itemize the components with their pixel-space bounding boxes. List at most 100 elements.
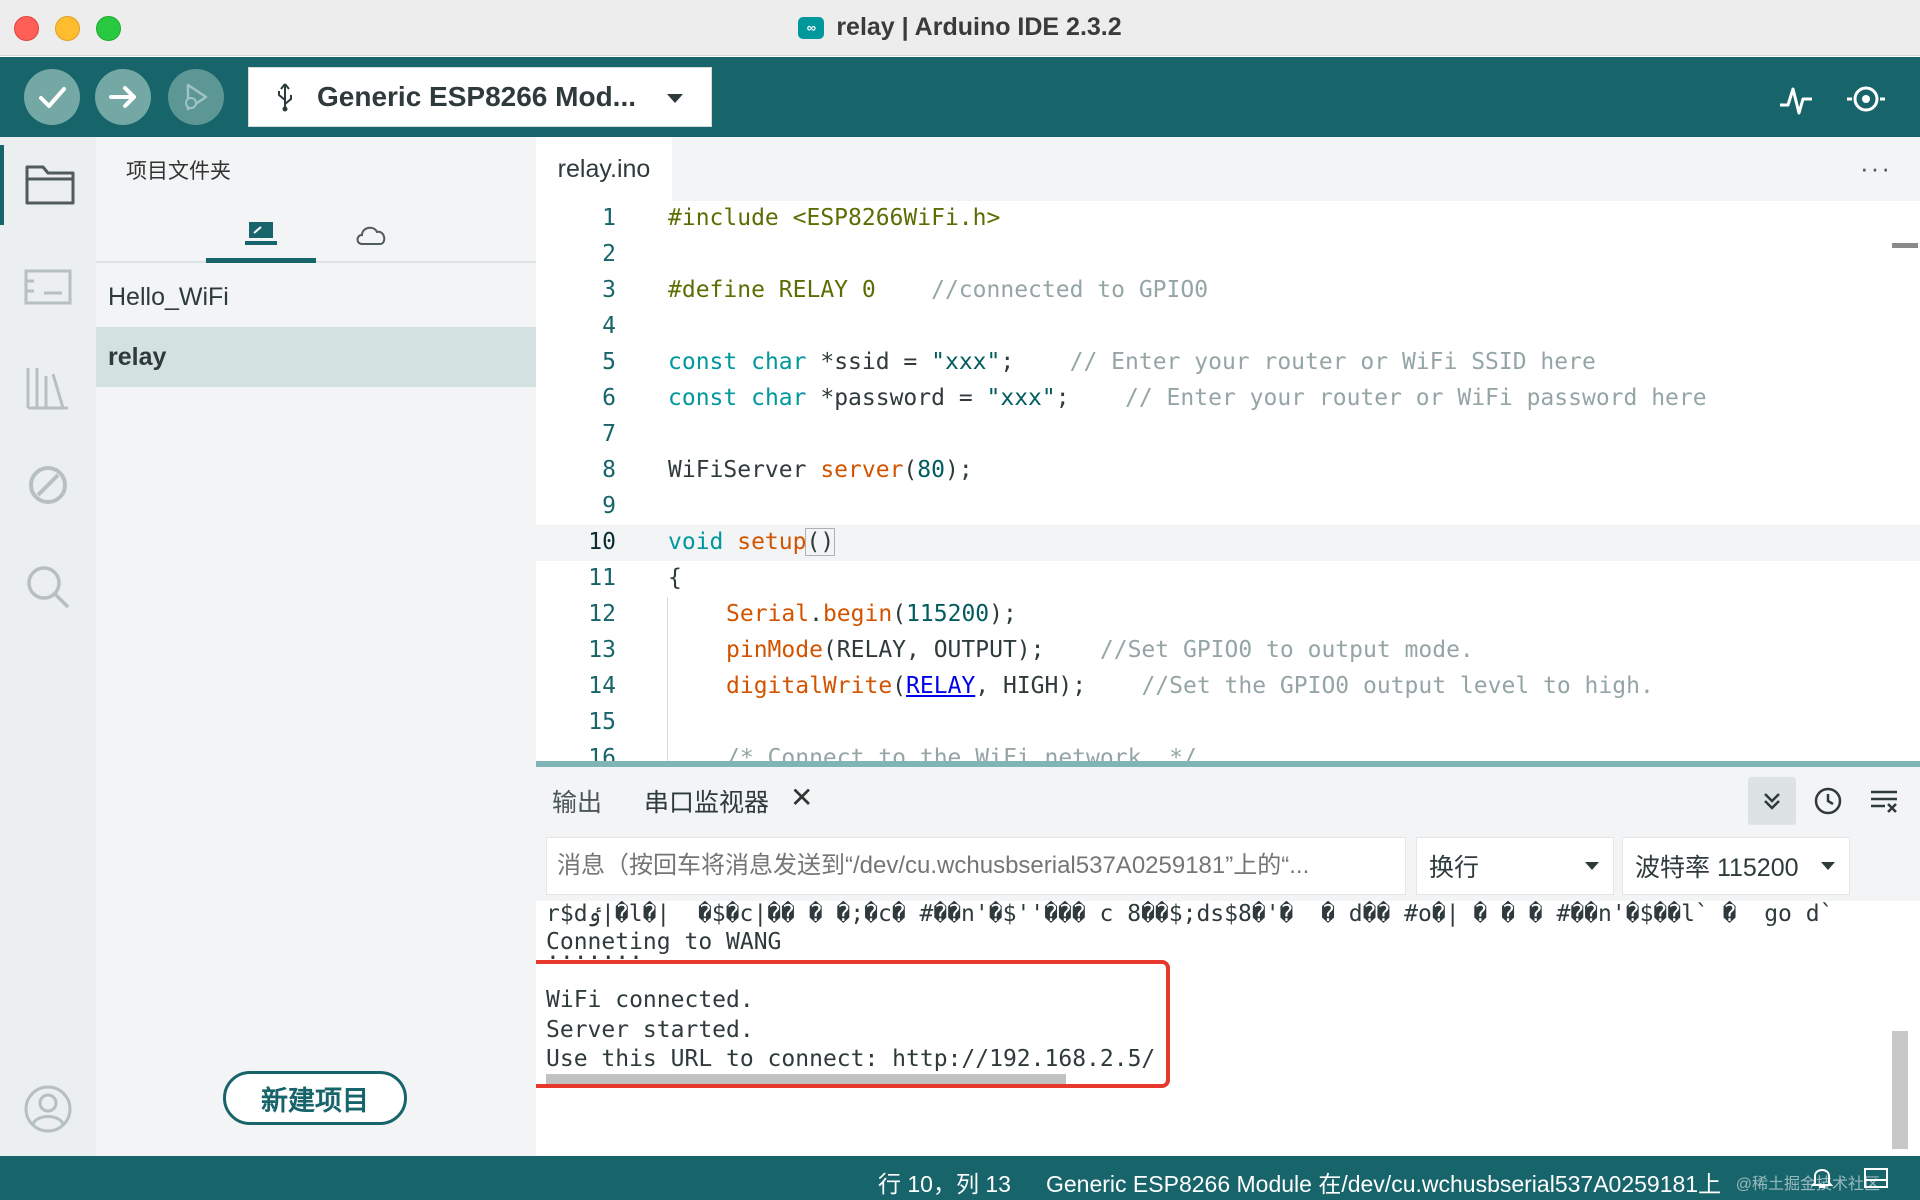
status-bar: 行 10，列 13 Generic ESP8266 Module 在/dev/c… (0, 1156, 1920, 1200)
code-line: 1 #include <ESP8266WiFi.h> (536, 201, 1920, 237)
vertical-scrollbar[interactable] (1892, 1031, 1908, 1149)
line-number: 11 (588, 565, 616, 591)
sidebar-title: 项目文件夹 (126, 160, 231, 183)
serial-monitor-button[interactable] (1844, 77, 1888, 121)
close-window-button[interactable] (14, 16, 39, 41)
code-line: 2 (536, 237, 1920, 273)
code-comment: //connected to GPIO0 (875, 277, 1209, 303)
debug-button[interactable] (168, 69, 224, 125)
double-chevron-down-icon (1764, 793, 1780, 810)
code-token: WiFiServer (668, 457, 821, 483)
code-keyword: char (737, 385, 807, 411)
more-options-icon[interactable]: ··· (1860, 153, 1892, 184)
code-token: ); (989, 601, 1017, 627)
tab-local-sketchbook[interactable] (206, 207, 316, 263)
minimize-window-button[interactable] (55, 16, 80, 41)
code-token: (RELAY, OUTPUT); (822, 637, 1045, 663)
code-function: digitalWrite (726, 673, 893, 699)
indent-guide (667, 669, 668, 705)
code-text: const char *password = "xxx"; // Enter y… (668, 385, 1707, 411)
code-line: 9 (536, 489, 1920, 525)
laptop-icon (245, 221, 277, 245)
code-function: setup (723, 529, 807, 555)
timestamp-button[interactable] (1804, 777, 1852, 825)
line-number: 13 (588, 637, 616, 663)
sidebar-tabs (96, 207, 536, 263)
arduino-app-icon: ∞ (798, 16, 825, 39)
code-comment: /* Connect to the WiFi network. */ (726, 745, 1197, 761)
line-number: 4 (602, 313, 616, 339)
line-number: 9 (602, 493, 616, 519)
new-project-button[interactable]: 新建项目 (223, 1071, 407, 1125)
cloud-icon (356, 226, 386, 245)
tab-relay-ino[interactable]: relay.ino (536, 137, 672, 201)
code-token: ( (892, 673, 907, 699)
autoscroll-button[interactable] (1748, 777, 1796, 825)
library-manager-button[interactable] (0, 347, 96, 427)
code-line: 3 #define RELAY 0 //connected to GPIO0 (536, 273, 1920, 309)
chevron-down-icon (667, 94, 683, 103)
board-port-status[interactable]: Generic ESP8266 Module 在/dev/cu.wchusbse… (1046, 1165, 1721, 1199)
code-line: 7 (536, 417, 1920, 453)
serial-output[interactable]: r$dٶ|�l�| �$�c|�� � �;�c� #��n'�$''��� c… (536, 901, 1920, 1162)
zoom-window-button[interactable] (96, 16, 121, 41)
sketchbook-sidebar: 项目文件夹 Hello_WiFi relay 新建项目 (96, 137, 536, 1156)
code-editor[interactable]: 1 #include <ESP8266WiFi.h> 2 3 #define R… (536, 201, 1920, 761)
chevron-down-icon (1585, 862, 1599, 870)
code-token: ; (1055, 385, 1070, 411)
code-keyword: const (668, 349, 738, 375)
sidebar-item-relay[interactable]: relay (96, 327, 536, 387)
tab-output[interactable]: 输出 (552, 783, 602, 819)
line-ending-value: 换行 (1429, 854, 1480, 882)
sketchbook-button[interactable] (0, 145, 96, 225)
board-icon (24, 269, 72, 305)
serial-plotter-button[interactable] (1774, 77, 1818, 121)
watermark: @稀土掘金技术社区 (1735, 1176, 1880, 1193)
code-function: begin (822, 601, 893, 627)
serial-line: Conneting to WANG (546, 929, 782, 955)
code-text: Serial.begin(115200); (726, 601, 1017, 627)
code-line: 6 const char *password = "xxx"; // Enter… (536, 381, 1920, 417)
account-button[interactable] (0, 1069, 96, 1149)
indent-guide (667, 705, 668, 741)
close-icon[interactable]: ✕ (790, 781, 813, 814)
cursor-position[interactable]: 行 10，列 13 (878, 1165, 1011, 1199)
line-ending-select[interactable]: 换行 (1416, 837, 1614, 895)
title-bar: ∞ relay | Arduino IDE 2.3.2 (0, 0, 1920, 56)
code-text: { (668, 565, 682, 591)
tab-serial-monitor[interactable]: 串口监视器 (644, 783, 769, 819)
code-keyword: char (737, 349, 807, 375)
code-token: *ssid = (806, 349, 932, 375)
code-keyword: void (668, 529, 724, 555)
code-comment: // Enter your router or WiFi password he… (1069, 385, 1707, 411)
code-token: #define RELAY 0 (668, 277, 876, 303)
baud-rate-select[interactable]: 波特率 115200 (1622, 837, 1850, 895)
code-token: ( (892, 601, 907, 627)
debug-icon (185, 83, 208, 111)
board-selector[interactable]: Generic ESP8266 Mod... (248, 67, 712, 127)
arrow-right-icon (109, 86, 136, 108)
code-link[interactable]: RELAY (906, 673, 975, 699)
search-button[interactable] (0, 547, 96, 627)
code-comment: //Set GPIO0 to output mode. (1044, 637, 1474, 663)
clear-output-button[interactable] (1860, 777, 1908, 825)
message-input[interactable] (546, 837, 1406, 895)
line-number: 12 (588, 601, 616, 627)
code-line: 15 (536, 705, 1920, 741)
debug-view-button[interactable] (0, 445, 96, 525)
code-text: digitalWrite(RELAY, HIGH); //Set the GPI… (726, 673, 1654, 699)
code-text: const char *ssid = "xxx"; // Enter your … (668, 349, 1596, 375)
upload-button[interactable] (95, 69, 151, 125)
sidebar-item-hello-wifi[interactable]: Hello_WiFi (96, 267, 536, 327)
window-title-text: relay | Arduino IDE 2.3.2 (836, 13, 1122, 41)
tab-cloud-sketchbook[interactable] (316, 207, 426, 263)
verify-button[interactable] (24, 69, 80, 125)
window-title: ∞ relay | Arduino IDE 2.3.2 (798, 13, 1122, 42)
code-line: 13 pinMode(RELAY, OUTPUT); //Set GPIO0 t… (536, 633, 1920, 669)
usb-icon (278, 83, 292, 112)
serial-monitor-icon (1847, 86, 1885, 112)
activity-bar (0, 137, 96, 1156)
code-token: ); (944, 457, 973, 483)
line-number: 2 (602, 241, 616, 267)
boards-manager-button[interactable] (0, 247, 96, 327)
